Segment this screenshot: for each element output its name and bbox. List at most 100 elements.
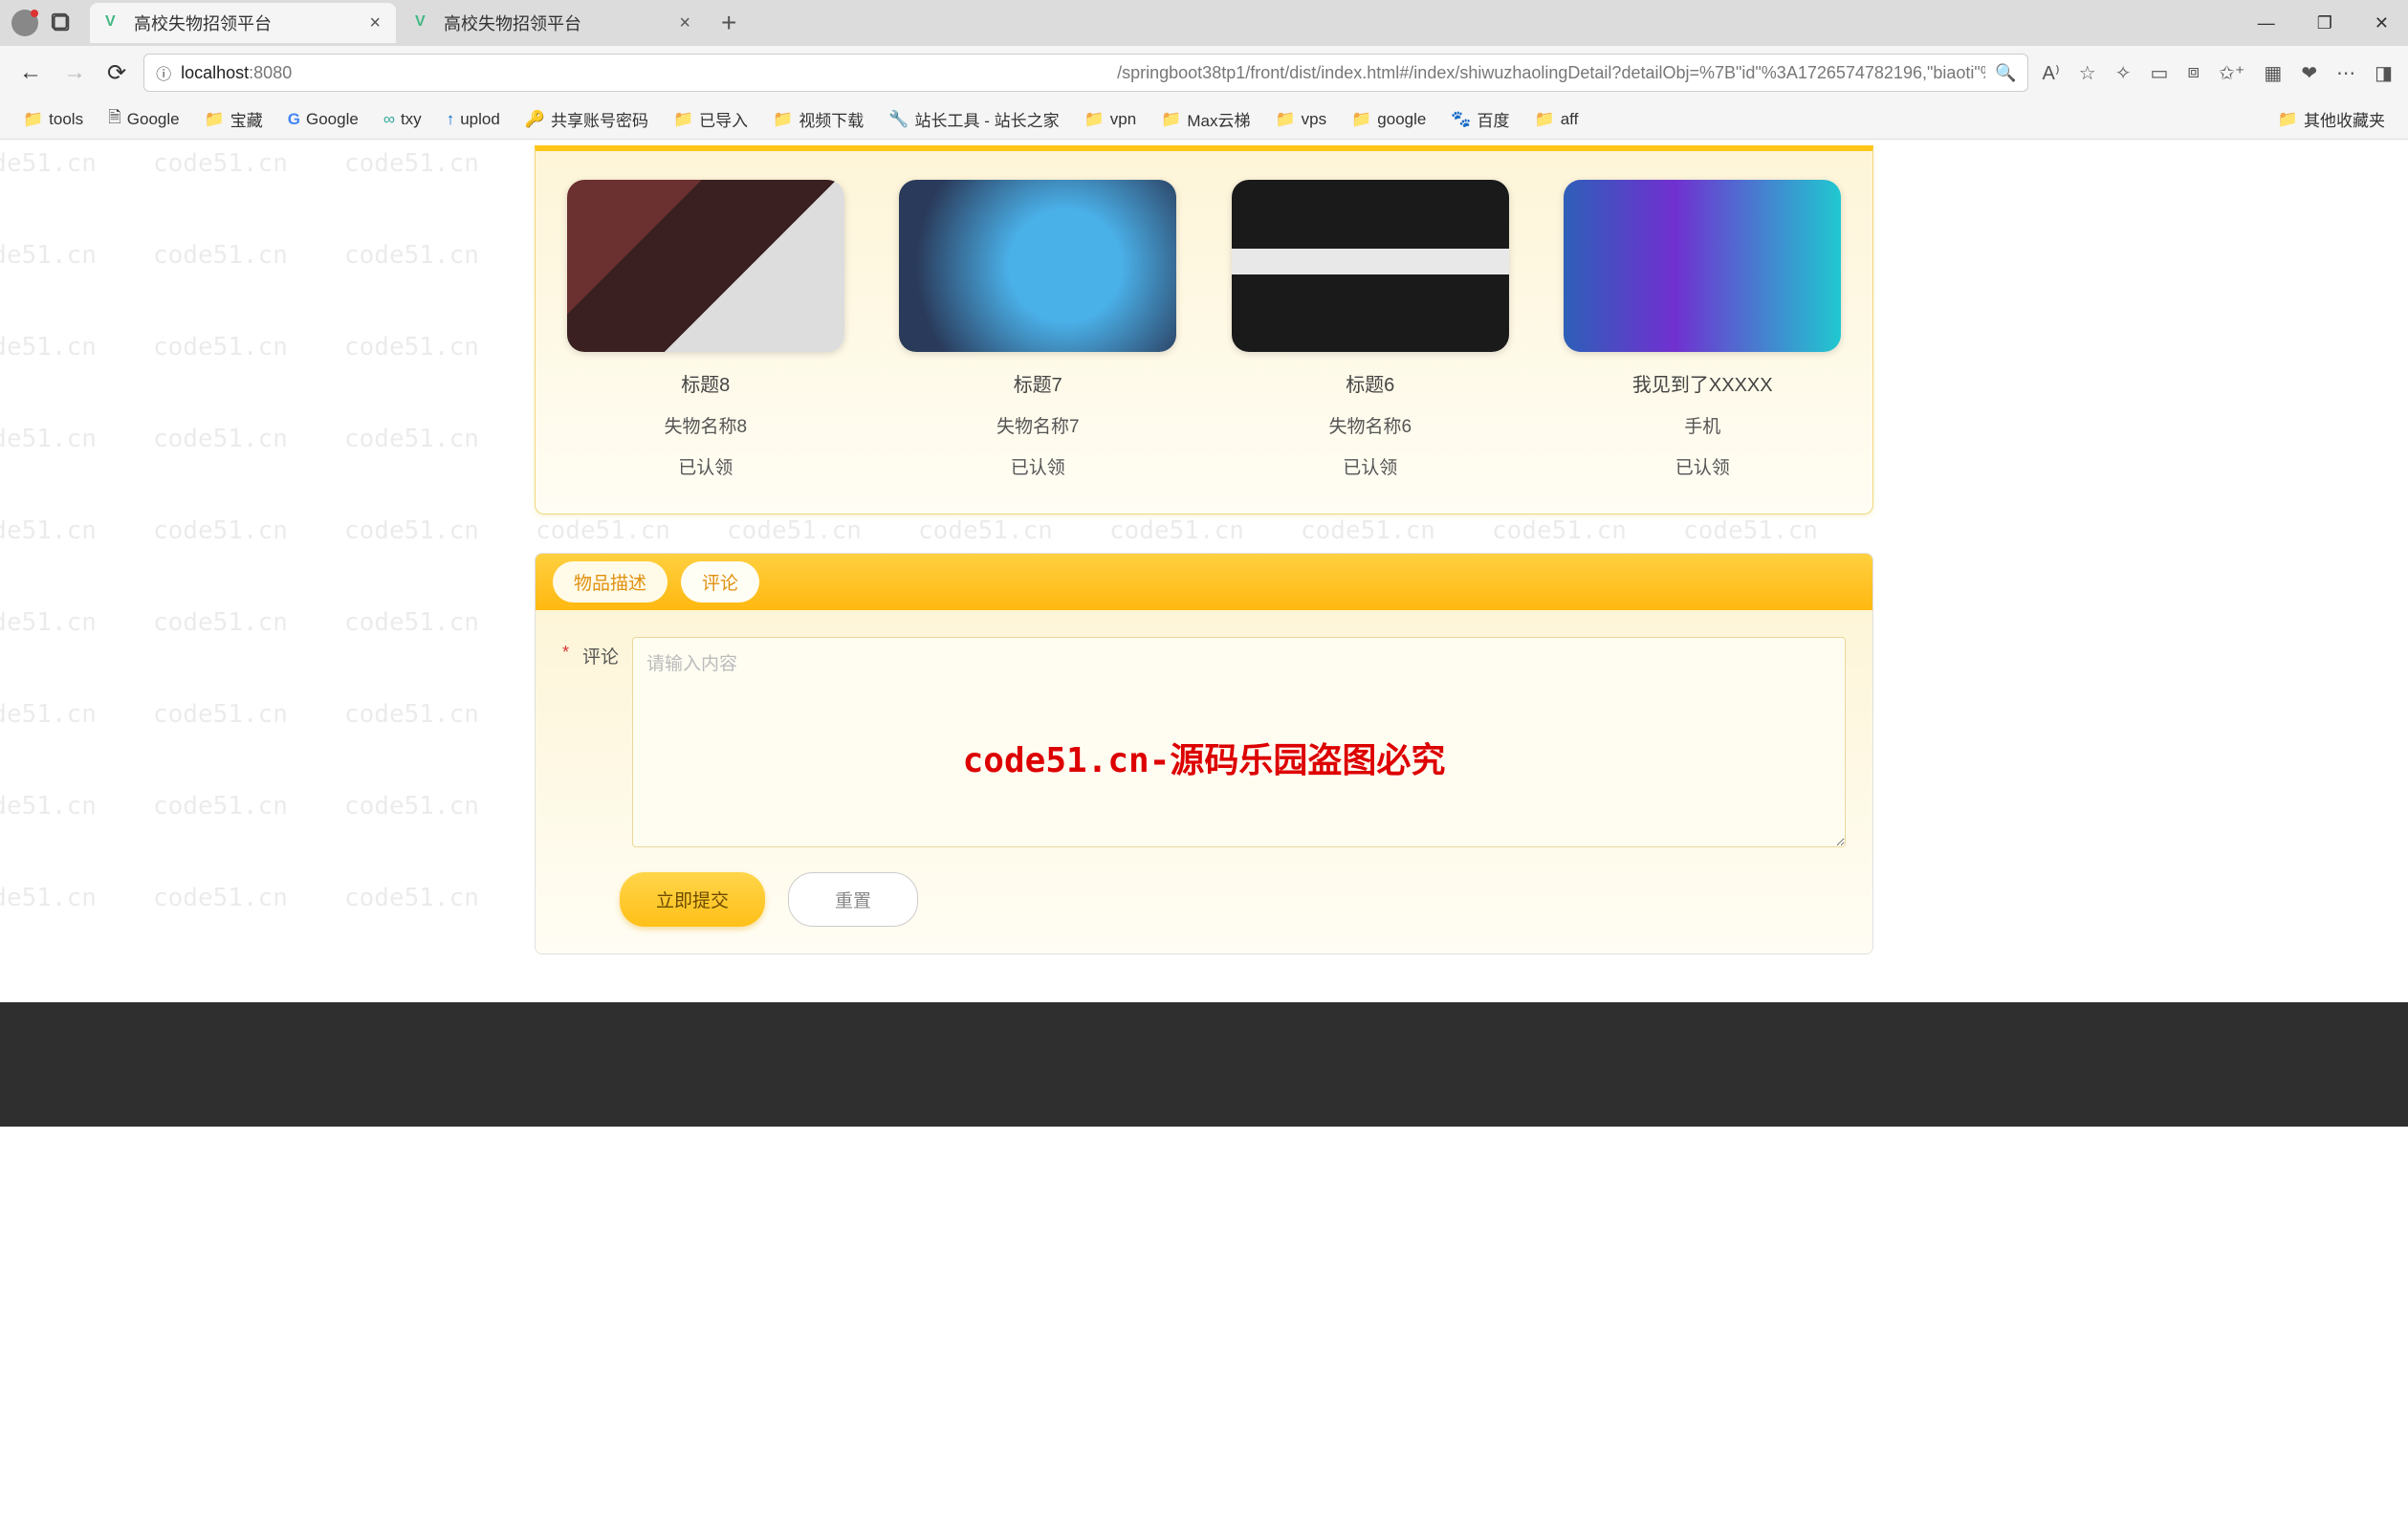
sidebar-icon[interactable]: ◨: [2375, 61, 2393, 85]
bookmark-item[interactable]: ↑uplod: [439, 106, 508, 133]
tab-overview-icon[interactable]: [50, 11, 73, 34]
bookmark-item[interactable]: 📁宝藏: [197, 103, 271, 135]
item-image: [1564, 180, 1841, 352]
folder-icon: 📁: [673, 110, 693, 129]
bookmark-item[interactable]: 📁Max云梯: [1153, 103, 1258, 135]
shopping-icon[interactable]: ❤: [2301, 61, 2317, 85]
split-screen-icon[interactable]: ⧈: [2187, 61, 2200, 85]
item-image: [567, 180, 844, 352]
bookmark-item[interactable]: ∞txy: [376, 106, 429, 133]
vue-favicon-icon: V: [415, 13, 434, 33]
new-tab-button[interactable]: +: [721, 8, 736, 38]
page-icon: 🗎: [108, 105, 121, 133]
required-star: *: [562, 643, 569, 663]
favorite-icon[interactable]: ☆: [2079, 61, 2096, 85]
comment-label: 评论: [582, 643, 619, 668]
browser-chrome: V 高校失物招领平台 × V 高校失物招领平台 × + — ❐ ✕ ← → ⟳ …: [0, 0, 2408, 140]
cloud-icon: ∞: [383, 110, 395, 129]
tab-title: 高校失物招领平台: [134, 11, 272, 35]
item-card[interactable]: 标题6 失物名称6 已认领: [1223, 180, 1518, 479]
zoom-icon[interactable]: 🔍: [1995, 63, 2016, 83]
item-status: 已认领: [891, 453, 1186, 479]
tab-comments[interactable]: 评论: [681, 561, 759, 603]
folder-icon: 📁: [2278, 110, 2298, 129]
baidu-icon: 🐾: [1451, 110, 1471, 129]
profile-icon[interactable]: [11, 10, 38, 36]
browser-tab-active[interactable]: V 高校失物招领平台 ×: [90, 3, 396, 43]
tab-title: 高校失物招领平台: [444, 11, 581, 35]
item-name: 失物名称8: [558, 412, 853, 438]
translate-icon[interactable]: ▦: [2264, 61, 2282, 85]
refresh-icon[interactable]: ⟳: [103, 55, 130, 91]
item-image: [899, 180, 1176, 352]
folder-icon: 📁: [1084, 110, 1105, 129]
address-bar: ← → ⟳ ⓘ localhost:8080/springboot38tp1/f…: [0, 46, 2408, 99]
tab-description[interactable]: 物品描述: [553, 561, 668, 603]
bookmark-item[interactable]: 📁已导入: [666, 103, 755, 135]
browser-tab-inactive[interactable]: V 高校失物招领平台 ×: [400, 3, 706, 43]
item-status: 已认领: [558, 453, 853, 479]
item-card[interactable]: 标题7 失物名称7 已认领: [891, 180, 1186, 479]
bookmark-item[interactable]: 🔧站长工具 - 站长之家: [881, 103, 1066, 135]
window-controls: — ❐ ✕: [2250, 10, 2397, 37]
item-name: 手机: [1556, 412, 1850, 438]
url-port: :8080: [249, 63, 1117, 83]
page-footer: [0, 1002, 2408, 1127]
item-title: 标题8: [558, 369, 853, 397]
item-image: [1232, 180, 1509, 352]
favorites-bar-icon[interactable]: ✩⁺: [2219, 61, 2244, 85]
folder-icon: 📁: [1351, 110, 1371, 129]
reset-button[interactable]: 重置: [788, 872, 918, 927]
back-icon[interactable]: ←: [15, 55, 46, 90]
close-window-icon[interactable]: ✕: [2367, 10, 2397, 37]
vue-favicon-icon: V: [105, 13, 124, 33]
item-status: 已认领: [1556, 453, 1850, 479]
bookmark-item[interactable]: 📁google: [1344, 106, 1434, 133]
minimize-icon[interactable]: —: [2250, 10, 2283, 37]
bookmarks-bar: 📁tools 🗎Google 📁宝藏 GGoogle ∞txy ↑uplod 🔑…: [0, 99, 2408, 140]
other-bookmarks[interactable]: 📁其他收藏夹: [2270, 103, 2393, 135]
url-host: localhost: [181, 63, 249, 83]
item-status: 已认领: [1223, 453, 1518, 479]
bookmark-item[interactable]: 📁视频下载: [765, 103, 871, 135]
address-bar-icons: A⁾ ☆ ✧ ▭ ⧈ ✩⁺ ▦ ❤ ⋯ ◨: [2042, 61, 2393, 85]
item-card[interactable]: 标题8 失物名称8 已认领: [558, 180, 853, 479]
bookmark-item[interactable]: 🔑共享账号密码: [517, 103, 656, 135]
bookmark-item[interactable]: 📁aff: [1527, 106, 1587, 133]
item-card[interactable]: 我见到了XXXXX 手机 已认领: [1556, 180, 1850, 479]
item-name: 失物名称7: [891, 412, 1186, 438]
forward-icon: →: [59, 55, 90, 90]
item-title: 标题7: [891, 369, 1186, 397]
tab-bar: V 高校失物招领平台 × V 高校失物招领平台 × + — ❐ ✕: [0, 0, 2408, 46]
key-icon: 🔑: [525, 110, 545, 129]
folder-icon: 📁: [205, 110, 225, 129]
upload-icon: ↑: [447, 110, 455, 129]
extensions-icon[interactable]: ✧: [2115, 61, 2132, 85]
collections-icon[interactable]: ▭: [2150, 61, 2168, 85]
page-viewport[interactable]: code51.cncode51.cncode51.cncode51.cncode…: [0, 140, 2408, 1534]
folder-icon: 📁: [1161, 110, 1181, 129]
read-aloud-icon[interactable]: A⁾: [2042, 61, 2059, 85]
items-card-section: 标题8 失物名称8 已认领 标题7 失物名称7 已认领 标题6 失物名称6 已认…: [535, 145, 1873, 515]
bookmark-item[interactable]: 📁vpn: [1077, 106, 1145, 133]
folder-icon: 📁: [1275, 110, 1295, 129]
bookmark-item[interactable]: 🗎Google: [100, 101, 187, 137]
google-icon: G: [288, 110, 300, 129]
submit-button[interactable]: 立即提交: [620, 872, 765, 927]
folder-icon: 📁: [1535, 110, 1555, 129]
bookmark-item[interactable]: GGoogle: [280, 106, 366, 133]
maximize-icon[interactable]: ❐: [2309, 10, 2340, 37]
url-input[interactable]: ⓘ localhost:8080/springboot38tp1/front/d…: [143, 54, 2028, 92]
bookmark-item[interactable]: 🐾百度: [1443, 103, 1517, 135]
more-icon[interactable]: ⋯: [2336, 61, 2355, 85]
tool-icon: 🔧: [888, 110, 908, 129]
bookmark-item[interactable]: 📁vps: [1267, 106, 1334, 133]
folder-icon: 📁: [23, 110, 43, 129]
bookmark-item[interactable]: 📁tools: [15, 106, 91, 133]
item-name: 失物名称6: [1223, 412, 1518, 438]
tab-close-icon[interactable]: ×: [352, 12, 381, 34]
site-info-icon[interactable]: ⓘ: [156, 61, 171, 84]
url-path: /springboot38tp1/front/dist/index.html#/…: [1117, 63, 1985, 83]
tab-close-icon[interactable]: ×: [662, 12, 690, 34]
item-title: 我见到了XXXXX: [1556, 369, 1850, 397]
